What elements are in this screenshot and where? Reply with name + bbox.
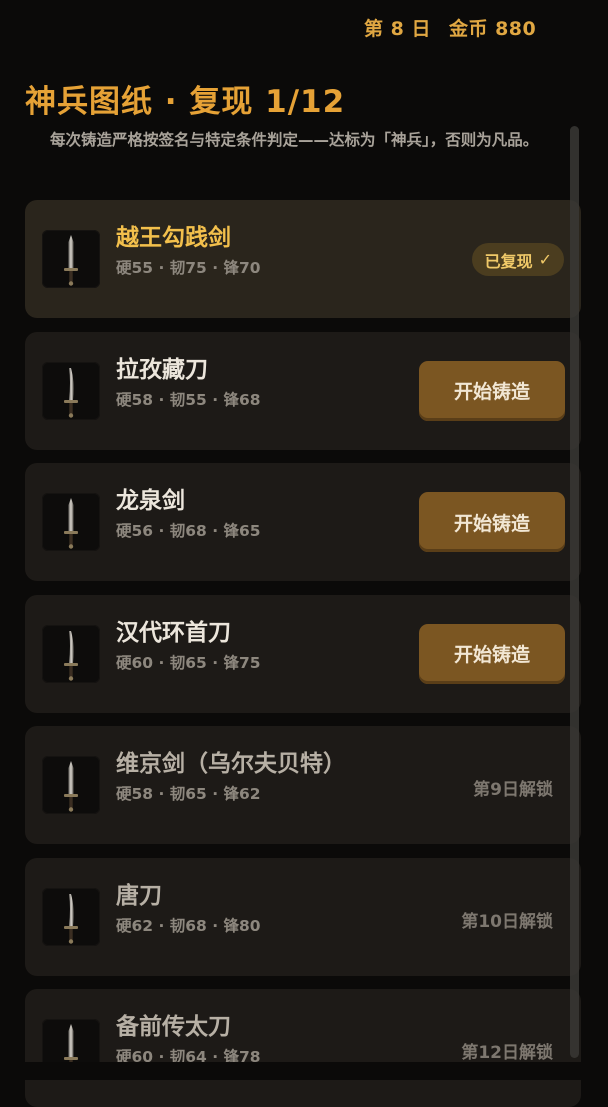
bottom-edge — [0, 1062, 608, 1080]
weapon-card[interactable]: 汉代环首刀硬60 · 韧65 · 锋75 开始铸造 — [25, 594, 581, 713]
coin-counter: 金币 880 — [448, 18, 537, 40]
weapon-stats: 硬56 · 韧68 · 锋65 — [116, 522, 261, 540]
weapon-name: 汉代环首刀 — [116, 619, 231, 646]
sword-icon — [42, 624, 100, 683]
unlock-day-label: 第12日解锁 — [461, 1043, 553, 1063]
page-title: 神兵图纸 · 复现 1/12 — [25, 84, 346, 120]
weapon-stats: 硬62 · 韧68 · 锋80 — [116, 916, 261, 935]
weapon-name: 越王勾践剑 — [116, 225, 231, 251]
sword-icon — [42, 756, 100, 814]
sword-icon — [42, 230, 100, 288]
weapon-name: 备前传太刀 — [116, 1014, 231, 1040]
weapon-name: 拉孜藏刀 — [116, 356, 208, 383]
unlock-day-label: 第10日解锁 — [461, 911, 553, 932]
day-counter: 第 8 日 — [364, 18, 431, 40]
weapon-name: 维京剑（乌尔夫贝特） — [116, 751, 346, 777]
weapon-stats: 硬58 · 韧55 · 锋68 — [116, 390, 261, 409]
weapon-stats: 硬60 · 韧65 · 锋75 — [116, 653, 261, 672]
weapon-card[interactable]: 拉孜藏刀硬58 · 韧55 · 锋68 开始铸造 — [25, 331, 581, 450]
start-forge-button[interactable]: 开始铸造 — [419, 623, 565, 684]
start-forge-button[interactable]: 开始铸造 — [419, 360, 565, 421]
page-subtitle: 每次铸造严格按签名与特定条件判定——达标为「神兵」，否则为凡品。 — [50, 131, 539, 149]
badge-label: 已复现 — [484, 251, 533, 271]
check-icon: ✓ — [538, 250, 552, 269]
weapon-card[interactable]: 备前传太刀 硬60 · 韧64 · 锋78 第12日解锁 — [25, 989, 581, 1107]
status-bar: 第 8 日金币 880 — [364, 14, 554, 41]
unlock-day-label: 第9日解锁 — [473, 780, 553, 800]
start-forge-button[interactable]: 开始铸造 — [419, 492, 565, 552]
weapon-card[interactable]: 越王勾践剑硬55 · 韧75 · 锋70 已复现 ✓ — [25, 200, 581, 318]
scrollbar[interactable] — [570, 126, 579, 1058]
sword-icon — [42, 887, 100, 946]
weapon-stats: 硬55 · 韧75 · 锋70 — [116, 259, 261, 277]
weapon-stats: 硬58 · 韧65 · 锋62 — [116, 785, 261, 803]
weapon-name: 唐刀 — [116, 882, 162, 909]
weapon-card[interactable]: 龙泉剑硬56 · 韧68 · 锋65 开始铸造 — [25, 463, 581, 581]
sword-icon — [42, 361, 100, 420]
reproduced-badge: 已复现 ✓ — [471, 243, 564, 276]
sword-icon — [42, 493, 100, 551]
weapon-card[interactable]: 唐刀硬62 · 韧68 · 锋80 第10日解锁 — [25, 857, 581, 976]
weapon-name: 龙泉剑 — [116, 488, 185, 514]
weapon-card[interactable]: 维京剑（乌尔夫贝特） 硬58 · 韧65 · 锋62 第9日解锁 — [25, 726, 581, 844]
